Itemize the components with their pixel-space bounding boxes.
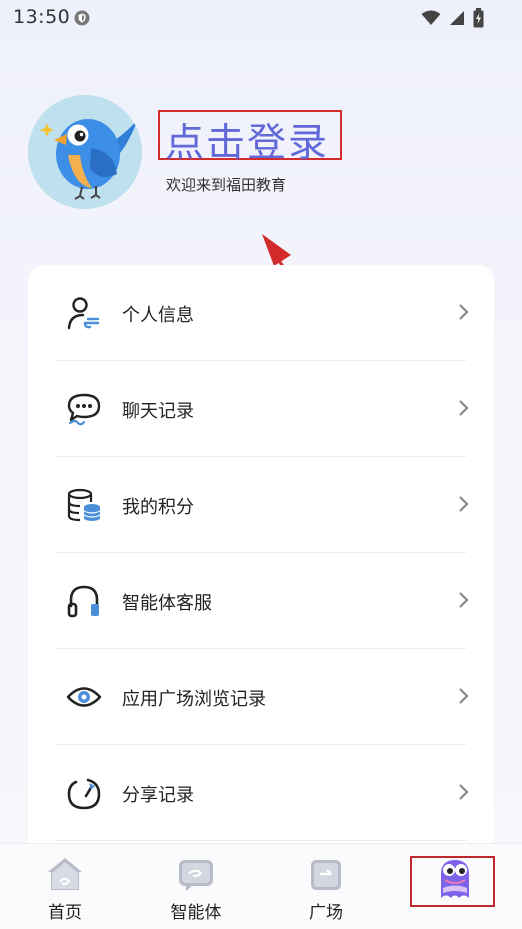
status-time: 13:50 xyxy=(13,6,71,28)
tab-label: 智能体 xyxy=(170,903,222,923)
tab-home[interactable]: 首页 xyxy=(15,844,115,929)
divider xyxy=(56,840,466,841)
chevron-right-icon xyxy=(459,304,469,320)
plaza-icon xyxy=(311,860,341,890)
chevron-right-icon xyxy=(459,400,469,416)
login-link[interactable]: 点击登录 xyxy=(165,112,329,168)
home-icon xyxy=(48,858,82,890)
database-icon xyxy=(67,488,101,522)
person-icon xyxy=(67,297,100,330)
menu-card: 个人信息 聊天记录 我的积分 智能体客服 应用广场浏览记录 分享记录 xyxy=(28,265,494,865)
agent-icon xyxy=(179,860,213,891)
menu-item-label: 分享记录 xyxy=(122,785,194,806)
chat-bubble-icon xyxy=(67,393,101,426)
menu-item-plaza-history[interactable]: 应用广场浏览记录 xyxy=(28,649,494,745)
menu-item-my-points[interactable]: 我的积分 xyxy=(28,457,494,553)
menu-item-label: 聊天记录 xyxy=(122,401,194,422)
eye-icon xyxy=(66,687,102,707)
menu-item-share-history[interactable]: 分享记录 xyxy=(28,745,494,841)
chevron-right-icon xyxy=(459,784,469,800)
chevron-right-icon xyxy=(459,688,469,704)
share-circle-icon xyxy=(67,778,101,810)
chevron-right-icon xyxy=(459,592,469,608)
wifi-icon xyxy=(421,10,441,25)
chevron-right-icon xyxy=(459,496,469,512)
battery-icon xyxy=(473,8,484,28)
bird-mascot-icon xyxy=(28,95,142,209)
mine-highlight-box xyxy=(410,856,495,907)
menu-item-label: 个人信息 xyxy=(122,305,194,326)
menu-item-label: 智能体客服 xyxy=(122,593,212,614)
menu-item-label: 我的积分 xyxy=(122,497,194,518)
avatar[interactable] xyxy=(28,95,142,209)
menu-item-agent-support[interactable]: 智能体客服 xyxy=(28,553,494,649)
bottom-nav: 首页 智能体 广场 xyxy=(0,843,522,929)
menu-item-personal-info[interactable]: 个人信息 xyxy=(28,265,494,361)
shield-icon xyxy=(74,10,90,26)
status-bar: 13:50 xyxy=(0,0,522,36)
tab-label: 广场 xyxy=(309,903,343,923)
menu-item-chat-history[interactable]: 聊天记录 xyxy=(28,361,494,457)
menu-item-label: 应用广场浏览记录 xyxy=(122,689,266,710)
signal-icon xyxy=(450,11,464,25)
profile-header: 点击登录 欢迎来到福田教育 xyxy=(0,90,522,396)
welcome-text: 欢迎来到福田教育 xyxy=(166,176,287,194)
tab-label: 首页 xyxy=(48,903,82,923)
headset-icon xyxy=(67,585,99,618)
tab-plaza[interactable]: 广场 xyxy=(276,844,376,929)
tab-agent[interactable]: 智能体 xyxy=(146,844,246,929)
tab-mine[interactable] xyxy=(405,844,505,929)
